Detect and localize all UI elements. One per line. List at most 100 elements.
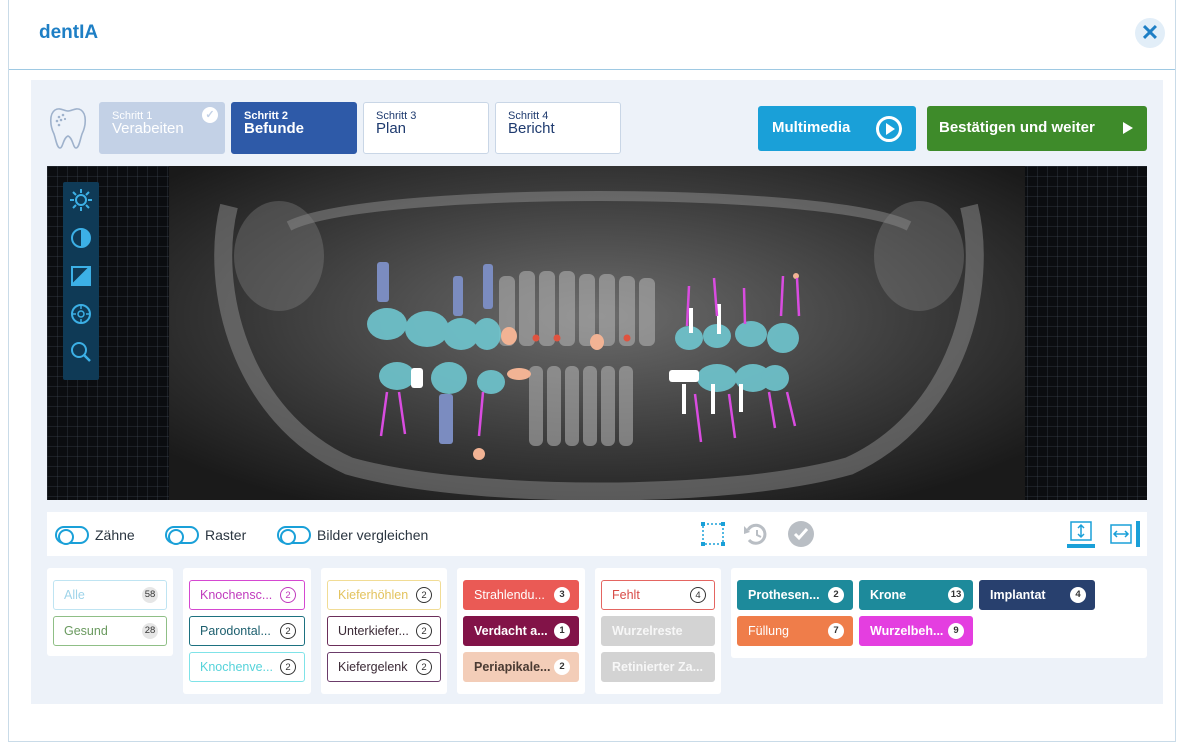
step-3-plan[interactable]: Schritt 3 Plan — [363, 102, 489, 154]
filter-group-pathology: Strahlendu... 3 Verdacht a... 1 Periapik… — [457, 568, 585, 694]
chip-label: Periapikale... — [474, 660, 551, 674]
chip-count: 3 — [554, 587, 570, 603]
filter-chip-fuellung[interactable]: Füllung 7 — [737, 616, 853, 646]
brightness-icon[interactable] — [67, 186, 95, 214]
filter-chip-kiefergelenk[interactable]: Kiefergelenk 2 — [327, 652, 441, 682]
chip-label: Strahlendu... — [474, 588, 545, 602]
toggle-switch[interactable] — [165, 526, 199, 545]
multimedia-label: Multimedia — [772, 119, 851, 136]
chip-label: Knochensc... — [200, 588, 273, 602]
toggle-compare-label: Bilder vergleichen — [317, 527, 429, 543]
filter-group-bone: Knochensc... 2 Parodontal... 2 Knochenve… — [183, 568, 311, 694]
close-button[interactable]: ✕ — [1135, 18, 1165, 48]
chip-count: 4 — [690, 587, 706, 603]
toggle-grid-label: Raster — [205, 527, 247, 543]
chip-label: Knochenve... — [200, 660, 273, 674]
filter-group-jaw: Kieferhöhlen 2 Unterkiefer... 2 Kieferge… — [321, 568, 447, 694]
filter-chip-periapikale[interactable]: Periapikale... 2 — [463, 652, 579, 682]
target-icon[interactable] — [67, 300, 95, 328]
selection-box-icon[interactable] — [699, 520, 727, 548]
chip-count: 4 — [1070, 587, 1086, 603]
play-icon — [876, 116, 902, 142]
toggle-switch[interactable] — [55, 526, 89, 545]
chip-count: 2 — [416, 587, 432, 603]
chip-label: Verdacht a... — [474, 624, 548, 638]
confirm-check-icon[interactable] — [787, 520, 815, 548]
chip-label: Kiefergelenk — [338, 660, 408, 674]
panoramic-xray-image — [169, 166, 1025, 500]
filter-group-missing: Fehlt 4 Wurzelreste Retinierter Za... — [595, 568, 721, 694]
filter-chip-verdacht[interactable]: Verdacht a... 1 — [463, 616, 579, 646]
step-2-befunde[interactable]: Schritt 2 Befunde — [231, 102, 357, 154]
multimedia-button[interactable]: Multimedia — [758, 106, 916, 151]
filter-chip-fehlt[interactable]: Fehlt 4 — [601, 580, 715, 610]
filter-chip-parodontal[interactable]: Parodontal... 2 — [189, 616, 305, 646]
filter-chip-wurzelbehandlung[interactable]: Wurzelbeh... 9 — [859, 616, 973, 646]
chip-label: Parodontal... — [200, 624, 271, 638]
filter-chip-prothesen[interactable]: Prothesen... 2 — [737, 580, 853, 610]
filter-chip-alle[interactable]: Alle 58 — [53, 580, 167, 610]
chip-label: Wurzelreste — [612, 624, 683, 638]
chip-count: 7 — [828, 623, 844, 639]
toggle-switch[interactable] — [277, 526, 311, 545]
chip-label: Krone — [870, 588, 907, 602]
filter-group-restorations: Prothesen... 2 Krone 13 Implantat 4 Füll… — [731, 568, 1147, 658]
chip-label: Unterkiefer... — [338, 624, 409, 638]
history-undo-icon[interactable] — [741, 520, 769, 548]
check-icon: ✓ — [202, 107, 218, 123]
step-1-verarbeiten[interactable]: Schritt 1 Verabeiten ✓ — [99, 102, 225, 154]
tooth-logo-icon — [49, 108, 87, 149]
chip-label: Wurzelbeh... — [870, 624, 944, 638]
filter-chip-kieferhoehlen[interactable]: Kieferhöhlen 2 — [327, 580, 441, 610]
chip-count: 2 — [280, 587, 296, 603]
chip-label: Fehlt — [612, 588, 640, 602]
chip-count: 28 — [142, 623, 158, 639]
confirm-label: Bestätigen und weiter — [939, 119, 1095, 136]
app-title: dentIA — [39, 22, 99, 43]
toggle-compare-images[interactable]: Bilder vergleichen — [277, 526, 429, 545]
filter-chip-implantat[interactable]: Implantat 4 — [979, 580, 1095, 610]
step-name: Verabeiten — [112, 120, 184, 137]
chip-label: Gesund — [64, 624, 108, 638]
filter-chip-strahlendurchlaessigkeit[interactable]: Strahlendu... 3 — [463, 580, 579, 610]
invert-icon[interactable] — [67, 262, 95, 290]
chip-count: 2 — [416, 623, 432, 639]
chip-label: Retinierter Za... — [612, 660, 703, 674]
chip-count: 58 — [142, 587, 158, 603]
chip-count: 2 — [280, 623, 296, 639]
filter-chip-retinierter-zahn[interactable]: Retinierter Za... — [601, 652, 715, 682]
toggle-grid[interactable]: Raster — [165, 526, 247, 545]
chip-count: 2 — [416, 659, 432, 675]
chip-count: 2 — [554, 659, 570, 675]
toggle-teeth[interactable]: Zähne — [55, 526, 135, 545]
zoom-icon[interactable] — [67, 338, 95, 366]
chip-label: Implantat — [990, 588, 1046, 602]
chip-count: 13 — [948, 587, 964, 603]
chip-label: Füllung — [748, 624, 789, 638]
chip-count: 2 — [280, 659, 296, 675]
main-panel: Schritt 1 Verabeiten ✓ Schritt 2 Befunde… — [31, 80, 1163, 704]
fit-height-icon[interactable] — [1065, 520, 1097, 548]
confirm-continue-button[interactable]: Bestätigen und weiter — [927, 106, 1147, 151]
xray-viewer[interactable] — [47, 166, 1147, 500]
step-name: Befunde — [244, 120, 304, 137]
filter-chip-krone[interactable]: Krone 13 — [859, 580, 973, 610]
chip-count: 9 — [948, 623, 964, 639]
filter-chip-wurzelreste[interactable]: Wurzelreste — [601, 616, 715, 646]
filter-chip-knochenverlust[interactable]: Knochenve... 2 — [189, 652, 305, 682]
viewer-toolbar — [63, 182, 99, 380]
chip-count: 2 — [828, 587, 844, 603]
chip-label: Prothesen... — [748, 588, 820, 602]
header: dentIA ✕ — [9, 0, 1175, 70]
chip-label: Kieferhöhlen — [338, 588, 409, 602]
toggle-teeth-label: Zähne — [95, 527, 135, 543]
filter-chip-knochenschwund[interactable]: Knochensc... 2 — [189, 580, 305, 610]
filter-chip-gesund[interactable]: Gesund 28 — [53, 616, 167, 646]
contrast-icon[interactable] — [67, 224, 95, 252]
filter-chip-unterkiefer[interactable]: Unterkiefer... 2 — [327, 616, 441, 646]
step-name: Plan — [376, 120, 407, 137]
view-controls-bar: Zähne Raster Bilder vergleichen — [47, 512, 1147, 556]
step-4-bericht[interactable]: Schritt 4 Bericht — [495, 102, 621, 154]
fit-width-icon[interactable] — [1109, 520, 1143, 548]
play-arrow-icon — [1123, 122, 1133, 134]
